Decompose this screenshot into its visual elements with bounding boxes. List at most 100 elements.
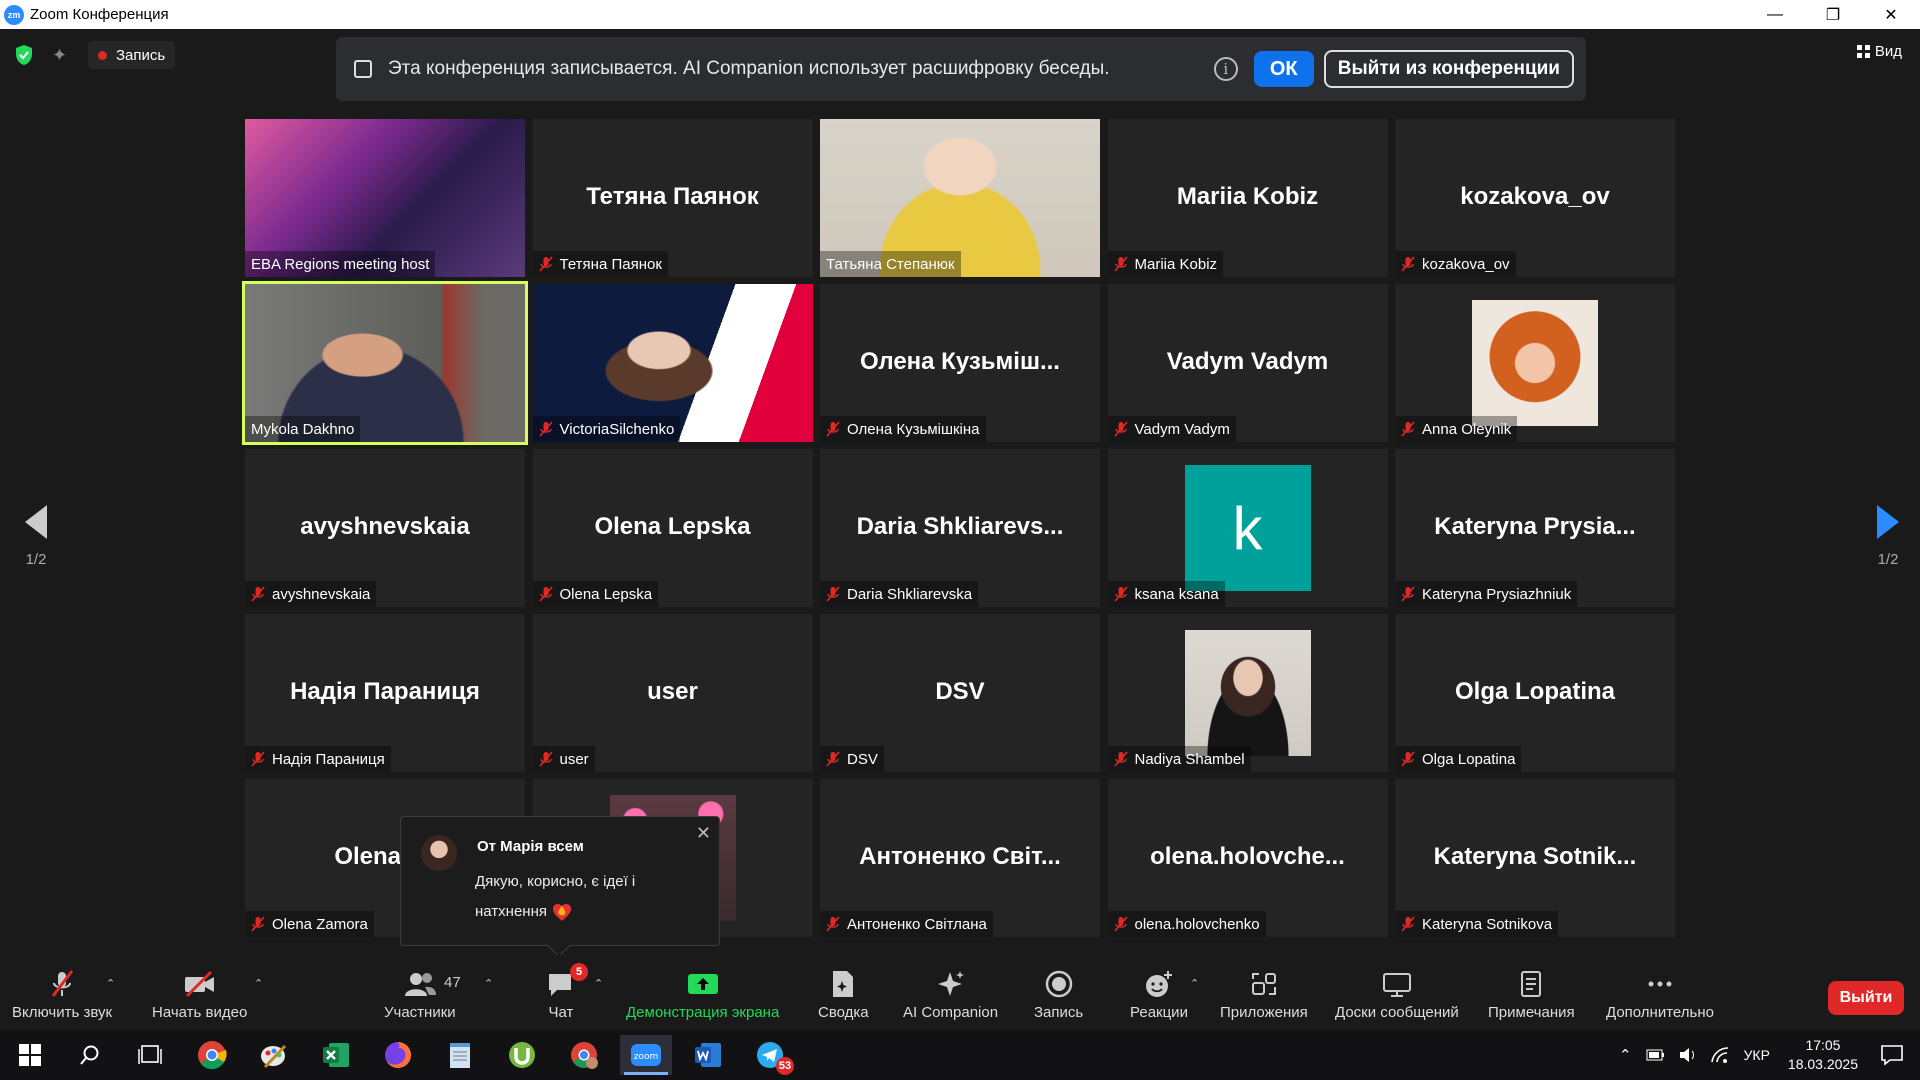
wifi-icon[interactable] xyxy=(1710,1046,1730,1064)
participant-tile[interactable]: kozakova_ov kozakova_ov xyxy=(1395,119,1675,277)
recording-indicator[interactable]: Запись xyxy=(88,41,176,69)
start-video-label: Начать видео xyxy=(152,1004,248,1021)
ai-companion-label: AI Companion xyxy=(903,1004,999,1021)
chat-icon: 5 xyxy=(546,963,588,999)
participant-name-label: Тетяна Паянок xyxy=(532,251,668,277)
participant-display-name: kozakova_ov xyxy=(1460,183,1610,210)
taskbar-paint-app[interactable] xyxy=(248,1035,300,1075)
minimize-button[interactable]: — xyxy=(1746,0,1804,29)
banner-ok-button[interactable]: ОК xyxy=(1253,51,1314,87)
view-label: Вид xyxy=(1874,43,1902,60)
summary-button[interactable]: Сводка xyxy=(818,969,869,1021)
firefox-icon xyxy=(385,1042,411,1068)
reactions-button[interactable]: Реакции xyxy=(1130,969,1188,1021)
participant-display-name: Kateryna Sotnik... xyxy=(1433,843,1637,870)
participant-tile[interactable]: EBA Regions meeting host xyxy=(245,119,525,277)
participant-tile[interactable]: avyshnevskaia avyshnevskaia xyxy=(245,449,525,607)
participant-tile[interactable]: Olena Lepska Olena Lepska xyxy=(532,449,813,607)
participant-tile[interactable]: Vadym Vadym Vadym Vadym xyxy=(1107,284,1388,442)
participant-tile[interactable]: Daria Shkliarevs... Daria Shkliarevska xyxy=(820,449,1100,607)
taskbar-search[interactable] xyxy=(64,1035,116,1075)
close-popup-icon[interactable]: ✕ xyxy=(696,823,711,844)
notifications-icon[interactable] xyxy=(1880,1044,1904,1066)
participant-tile[interactable]: Олена Кузьміш... Олена Кузьмішкіна xyxy=(820,284,1100,442)
battery-icon[interactable] xyxy=(1646,1047,1666,1063)
participant-tile[interactable]: Татьяна Степанюк xyxy=(820,119,1100,277)
unmute-button[interactable]: Включить звук xyxy=(12,969,112,1021)
taskbar-chrome[interactable] xyxy=(186,1035,238,1075)
start-video-button[interactable]: Начать видео xyxy=(152,969,247,1021)
participant-avatar xyxy=(1184,630,1311,756)
chat-sender: От Марія всем xyxy=(477,838,584,855)
taskbar-utorrent[interactable] xyxy=(496,1035,548,1075)
maximize-button[interactable]: ❐ xyxy=(1804,0,1862,29)
clock[interactable]: 17:05 18.03.2025 xyxy=(1788,1036,1858,1074)
taskbar-chrome-profile[interactable] xyxy=(558,1035,610,1075)
participant-tile[interactable]: DSV DSV xyxy=(820,614,1100,772)
notes-button[interactable]: Примечания xyxy=(1488,969,1575,1021)
participant-tile[interactable]: Надія Параниця Надія Параниця xyxy=(245,614,525,772)
close-window-button[interactable]: ✕ xyxy=(1862,0,1920,29)
paint-palette-icon xyxy=(261,1044,287,1069)
banner-leave-meeting-button[interactable]: Выйти из конференции xyxy=(1323,50,1574,88)
participant-tile[interactable]: Mariia Kobiz Mariia Kobiz xyxy=(1107,119,1388,277)
share-screen-icon xyxy=(687,969,719,999)
participant-name-label: Daria Shkliarevska xyxy=(820,581,979,607)
participant-tile[interactable]: Olga Lopatina Olga Lopatina xyxy=(1395,614,1675,772)
participant-tile[interactable]: VictoriaSilchenko xyxy=(532,284,813,442)
copy-icon xyxy=(354,60,372,78)
meeting-toolbar: Включить звук ⌃ Начать видео ⌃ Участники… xyxy=(0,955,1920,1030)
task-view-button[interactable] xyxy=(124,1035,176,1075)
view-button[interactable]: Вид xyxy=(1856,43,1902,60)
participant-tile[interactable]: Mykola Dakhno xyxy=(242,281,528,445)
taskbar-telegram[interactable]: 53 xyxy=(744,1035,796,1075)
participant-tile[interactable]: olena.holovche... olena.holovchenko xyxy=(1107,779,1388,937)
participant-tile[interactable]: Тетяна Паянок Тетяна Паянок xyxy=(532,119,813,277)
more-button[interactable]: Дополнительно xyxy=(1606,969,1714,1021)
whiteboards-button[interactable]: Доски сообщений xyxy=(1335,969,1459,1021)
recording-label: Запись xyxy=(116,46,166,64)
participant-tile[interactable]: Kateryna Sotnik... Kateryna Sotnikova xyxy=(1395,779,1675,937)
mic-muted-icon xyxy=(1401,916,1415,932)
apps-button[interactable]: Приложения xyxy=(1220,969,1308,1021)
participant-name-label: olena.holovchenko xyxy=(1107,911,1266,937)
participant-tile[interactable]: k ksana ksana xyxy=(1107,449,1388,607)
taskbar-notepad[interactable] xyxy=(434,1035,486,1075)
reactions-options-caret[interactable]: ⌃ xyxy=(1190,977,1199,990)
taskbar-firefox[interactable] xyxy=(372,1035,424,1075)
ai-sparkle-icon[interactable]: ✦ xyxy=(52,45,74,67)
taskbar-excel[interactable] xyxy=(310,1035,362,1075)
meeting-topbar: ✦ Запись Эта конференция записывается. A… xyxy=(0,29,1920,109)
participant-tile[interactable]: Kateryna Prysia... Kateryna Prysiazhniuk xyxy=(1395,449,1675,607)
chat-button[interactable]: 5 Чат xyxy=(546,963,588,1021)
participant-tile[interactable]: user user xyxy=(532,614,813,772)
participant-tile[interactable]: Антоненко Світ... Антоненко Світлана xyxy=(820,779,1100,937)
taskbar-zoom[interactable]: zoom xyxy=(620,1035,672,1075)
security-shield-icon[interactable] xyxy=(14,44,34,66)
volume-icon[interactable] xyxy=(1678,1046,1698,1064)
leave-meeting-button[interactable]: Выйти xyxy=(1828,981,1904,1015)
gallery-prev-page[interactable]: 1/2 xyxy=(16,505,56,585)
video-options-caret[interactable]: ⌃ xyxy=(254,977,263,990)
heart-on-fire-icon xyxy=(553,904,572,922)
ai-companion-button[interactable]: AI Companion xyxy=(903,969,998,1021)
utorrent-icon xyxy=(509,1042,535,1068)
participant-display-name: Антоненко Світ... xyxy=(859,843,1061,870)
info-icon[interactable]: i xyxy=(1213,57,1238,81)
chat-notification-popup[interactable]: От Марія всем Дякую, корисно, є ідеї і н… xyxy=(400,816,720,958)
gallery-next-page[interactable]: 1/2 xyxy=(1868,505,1908,585)
audio-options-caret[interactable]: ⌃ xyxy=(106,977,115,990)
participant-tile[interactable]: Anna Oleynik xyxy=(1395,284,1675,442)
chat-options-caret[interactable]: ⌃ xyxy=(594,977,603,990)
share-screen-button[interactable]: Демонстрация экрана xyxy=(626,969,779,1021)
participants-options-caret[interactable]: ⌃ xyxy=(484,977,493,990)
telegram-unread-badge: 53 xyxy=(776,1057,794,1075)
input-language[interactable]: УКР xyxy=(1744,1047,1770,1063)
participant-tile[interactable]: Nadiya Shambel xyxy=(1107,614,1388,772)
apps-icon xyxy=(1249,969,1279,999)
start-button[interactable] xyxy=(4,1035,56,1075)
tray-expand-icon[interactable]: ⌃ xyxy=(1619,1046,1632,1064)
taskbar-word[interactable] xyxy=(682,1035,734,1075)
window-title: Zoom Конференция xyxy=(30,6,169,23)
record-button[interactable]: Запись xyxy=(1034,969,1083,1021)
